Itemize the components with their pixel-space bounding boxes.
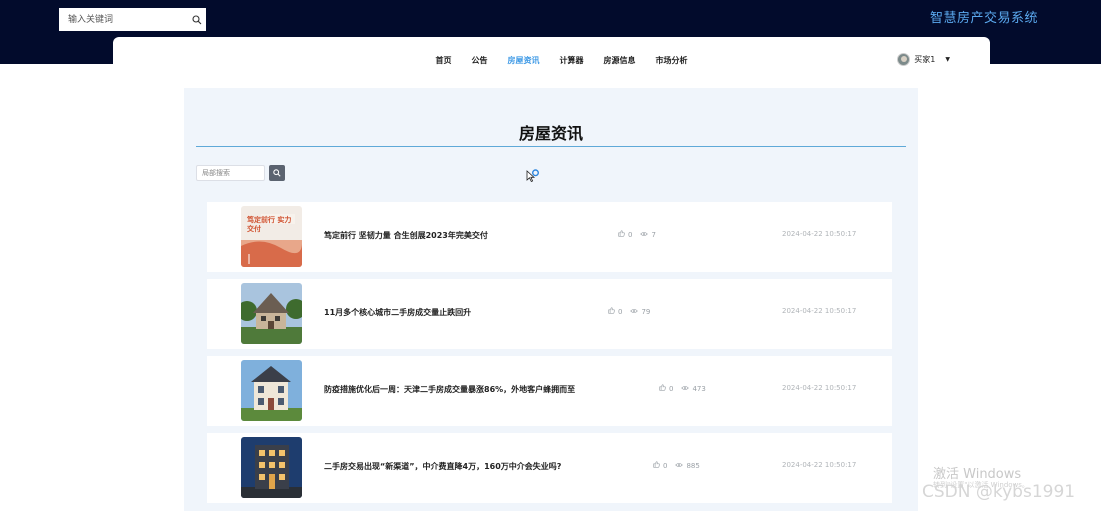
site-title: 智慧房产交易系统 — [930, 11, 1039, 26]
content-panel: 房屋资讯 笃定前行 实力交付 笃定前行 坚韧力量 合生创展2023年完美交付 — [184, 88, 918, 511]
list-item[interactable]: 笃定前行 实力交付 笃定前行 坚韧力量 合生创展2023年完美交付 0 7 20… — [207, 202, 892, 272]
nav-item-house-news[interactable]: 房屋资讯 — [498, 55, 550, 66]
like-count: 0 — [618, 307, 623, 316]
news-thumbnail[interactable] — [241, 283, 302, 344]
local-search-button[interactable] — [269, 165, 285, 181]
like-count: 0 — [628, 230, 633, 239]
like-count: 0 — [669, 384, 674, 393]
news-stats: 0 885 — [653, 461, 700, 470]
nav-item-notice[interactable]: 公告 — [462, 55, 498, 66]
thumb-up-icon — [608, 307, 615, 316]
news-title[interactable]: 笃定前行 坚韧力量 合生创展2023年完美交付 — [324, 230, 488, 241]
nav-item-home[interactable]: 首页 — [426, 55, 462, 66]
csdn-watermark: CSDN @kybs1991 — [922, 482, 1076, 502]
news-time: 2024-04-22 10:50:17 — [782, 384, 857, 392]
eye-icon — [640, 231, 649, 239]
local-search-input[interactable] — [196, 165, 265, 181]
view-count: 473 — [692, 384, 706, 393]
caret-down-icon[interactable]: ▼ — [945, 56, 950, 63]
news-thumbnail[interactable] — [241, 437, 302, 498]
search-icon[interactable] — [188, 14, 206, 25]
page-title: 房屋资讯 — [518, 124, 583, 143]
news-title[interactable]: 11月多个核心城市二手房成交量止跌回升 — [324, 307, 471, 318]
news-thumbnail[interactable] — [241, 360, 302, 421]
global-search — [59, 8, 206, 31]
list-item[interactable]: 防疫措施优化后一周：天津二手房成交量暴涨86%，外地客户蜂拥而至 0 473 2… — [207, 356, 892, 426]
news-title[interactable]: 防疫措施优化后一周：天津二手房成交量暴涨86%，外地客户蜂拥而至 — [324, 384, 575, 395]
news-time: 2024-04-22 10:50:17 — [782, 307, 857, 315]
news-stats: 0 79 — [608, 307, 650, 316]
list-item[interactable]: 11月多个核心城市二手房成交量止跌回升 0 79 2024-04-22 10:5… — [207, 279, 892, 349]
nav-item-calculator[interactable]: 计算器 — [550, 55, 594, 66]
user-name[interactable]: 买家1 — [914, 54, 935, 65]
thumb-up-icon — [659, 384, 666, 393]
nav-item-listings[interactable]: 房源信息 — [594, 55, 646, 66]
eye-icon — [681, 385, 690, 393]
thumbnail-caption: 笃定前行 实力交付 — [247, 216, 292, 233]
view-count: 885 — [686, 461, 700, 470]
title-divider — [196, 146, 906, 147]
view-count: 79 — [641, 307, 651, 316]
news-time: 2024-04-22 10:50:17 — [782, 230, 857, 238]
local-search — [196, 165, 285, 181]
thumb-up-icon — [653, 461, 660, 470]
main-nav: 首页 公告 房屋资讯 计算器 房源信息 市场分析 — [113, 37, 990, 77]
thumb-up-icon — [618, 230, 625, 239]
news-stats: 0 473 — [659, 384, 706, 393]
nav-item-market-analysis[interactable]: 市场分析 — [646, 55, 698, 66]
nav-card: 首页 公告 房屋资讯 计算器 房源信息 市场分析 买家1 ▼ — [113, 37, 990, 77]
view-count: 7 — [651, 230, 656, 239]
eye-icon — [675, 462, 684, 470]
mouse-cursor-icon — [526, 168, 540, 187]
eye-icon — [630, 308, 639, 316]
news-thumbnail[interactable]: 笃定前行 实力交付 — [241, 206, 302, 267]
news-stats: 0 7 — [618, 230, 656, 239]
news-title[interactable]: 二手房交易出现“新渠道”，中介费直降4万，160万中介会失业吗? — [324, 461, 561, 472]
avatar[interactable] — [897, 53, 911, 66]
list-item[interactable]: 二手房交易出现“新渠道”，中介费直降4万，160万中介会失业吗? 0 885 2… — [207, 433, 892, 503]
like-count: 0 — [663, 461, 668, 470]
user-menu[interactable]: 买家1 ▼ — [897, 53, 950, 66]
news-time: 2024-04-22 10:50:17 — [782, 461, 857, 469]
search-icon — [273, 169, 281, 177]
global-search-input[interactable] — [59, 8, 188, 31]
